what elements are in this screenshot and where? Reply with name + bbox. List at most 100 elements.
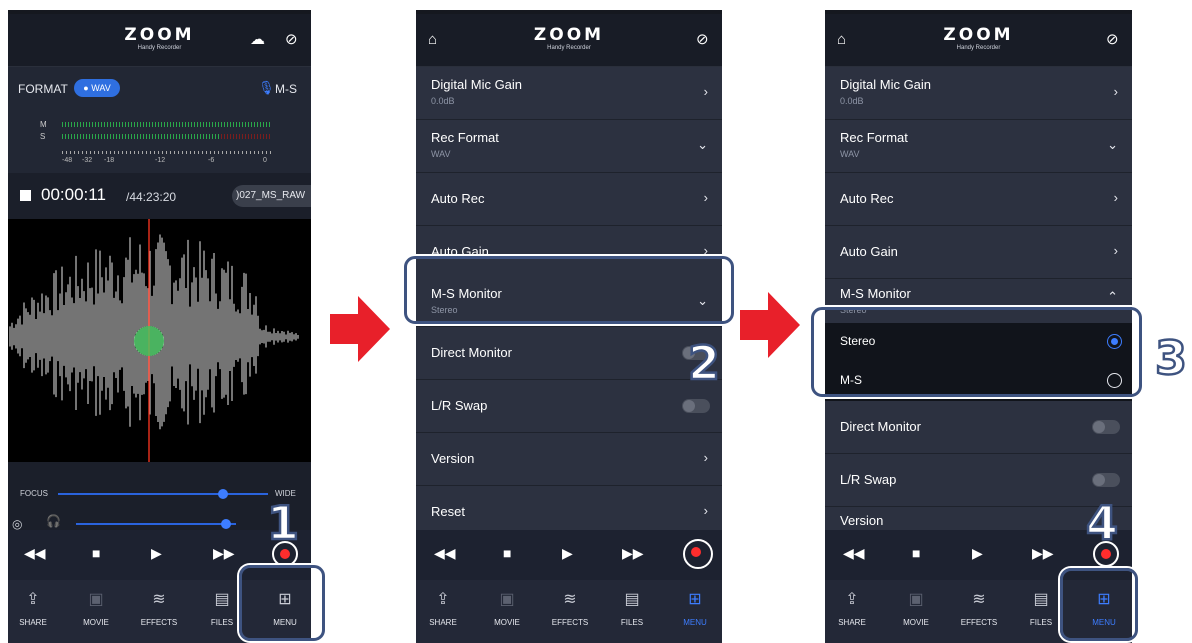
tab-bar: ⇪ SHARE ▣ MOVIE ≋ EFFECTS ▤ FILES ⊞ MENU bbox=[416, 580, 722, 643]
direct-monitor-toggle[interactable] bbox=[1092, 420, 1120, 434]
play-icon[interactable]: ▶ bbox=[151, 545, 162, 561]
stop-icon[interactable]: ■ bbox=[503, 545, 511, 561]
step-number-3: 3 bbox=[1154, 331, 1189, 385]
tab-effects[interactable]: ≋ EFFECTS bbox=[540, 590, 600, 627]
play-icon[interactable]: ▶ bbox=[562, 545, 573, 561]
playhead-handle[interactable] bbox=[134, 326, 164, 356]
stop-icon[interactable]: ■ bbox=[912, 545, 920, 561]
tab-movie[interactable]: ▣ MOVIE bbox=[66, 590, 126, 627]
menu-item-version[interactable]: Version › bbox=[416, 433, 722, 486]
home-icon[interactable]: ⌂ bbox=[837, 32, 846, 48]
menu-item-direct-monitor[interactable]: Direct Monitor bbox=[825, 401, 1132, 454]
play-icon[interactable]: ▶ bbox=[972, 545, 983, 561]
format-label: FORMAT bbox=[18, 82, 68, 96]
rewind-icon[interactable]: ◀◀ bbox=[843, 545, 865, 561]
menu-item-lr-swap[interactable]: L/R Swap bbox=[416, 380, 722, 433]
menu-item-auto-gain[interactable]: Auto Gain › bbox=[825, 226, 1132, 279]
volume-slider-knob[interactable] bbox=[221, 519, 231, 529]
home-icon[interactable]: ⌂ bbox=[428, 32, 437, 48]
tab-label: FILES bbox=[620, 618, 644, 627]
record-button[interactable] bbox=[683, 539, 713, 569]
airplay-icon[interactable]: ◎ bbox=[12, 517, 22, 531]
fast-forward-icon[interactable]: ▶▶ bbox=[1032, 545, 1054, 561]
meter-channel-s: S bbox=[40, 132, 46, 141]
logo-brand: ZOOM bbox=[533, 25, 605, 45]
chevron-right-icon: › bbox=[703, 84, 708, 99]
effects-icon: ≋ bbox=[152, 591, 166, 608]
app-header: ⌂ ZOOM Handy Recorder ⊘ bbox=[416, 14, 722, 67]
tab-label: EFFECTS bbox=[551, 618, 589, 627]
focus-slider-knob[interactable] bbox=[218, 489, 228, 499]
meter-tick: -32 bbox=[82, 157, 93, 164]
menu-screen: ⌂ ZOOM Handy Recorder ⊘ Digital Mic Gain… bbox=[416, 10, 722, 643]
tab-share[interactable]: ⇪ SHARE bbox=[416, 590, 473, 627]
rotate-icon[interactable]: ⊘ bbox=[696, 32, 709, 48]
rewind-icon[interactable]: ◀◀ bbox=[434, 545, 456, 561]
menu-item-value: WAV bbox=[431, 149, 451, 159]
callout-ms-monitor bbox=[404, 256, 734, 324]
tab-label: EFFECTS bbox=[960, 618, 998, 627]
cloud-icon[interactable]: ☁ bbox=[250, 32, 265, 48]
menu-item-label: Auto Gain bbox=[840, 244, 898, 259]
rewind-icon[interactable]: ◀◀ bbox=[24, 545, 46, 561]
tab-menu[interactable]: ⊞ MENU bbox=[665, 590, 722, 627]
menu-item-value: 0.0dB bbox=[840, 96, 864, 106]
callout-menu-tab-4 bbox=[1060, 568, 1138, 641]
menu-item-digital-mic-gain[interactable]: Digital Mic Gain 0.0dB › bbox=[825, 67, 1132, 120]
mic-mode-label[interactable]: M-S bbox=[275, 82, 297, 96]
fast-forward-icon[interactable]: ▶▶ bbox=[622, 545, 644, 561]
tab-effects[interactable]: ≋ EFFECTS bbox=[949, 590, 1009, 627]
logo-subtitle: Handy Recorder bbox=[137, 45, 182, 51]
tab-label: MOVIE bbox=[903, 618, 929, 627]
menu-item-auto-rec[interactable]: Auto Rec › bbox=[825, 173, 1132, 226]
share-icon: ⇪ bbox=[436, 591, 450, 608]
tab-label: SHARE bbox=[838, 618, 866, 627]
focus-slider[interactable] bbox=[58, 493, 268, 495]
logo-subtitle: Handy Recorder bbox=[547, 45, 591, 51]
chevron-down-icon: ⌄ bbox=[1107, 137, 1118, 152]
mic-icon: 🎙 bbox=[258, 80, 275, 95]
tab-movie[interactable]: ▣ MOVIE bbox=[886, 590, 946, 627]
zoom-logo: ZOOM Handy Recorder bbox=[124, 26, 194, 52]
menu-item-direct-monitor[interactable]: Direct Monitor bbox=[416, 327, 722, 380]
rotate-icon[interactable]: ⊘ bbox=[285, 32, 298, 48]
time-row: 00:00:11 /44:23:20 )027_MS_RAW bbox=[8, 173, 311, 219]
menu-item-reset[interactable]: Reset › bbox=[416, 486, 722, 531]
lr-swap-toggle[interactable] bbox=[1092, 473, 1120, 487]
meter-scale bbox=[62, 151, 272, 154]
stop-icon[interactable]: ■ bbox=[92, 545, 100, 561]
menu-item-value: 0.0dB bbox=[431, 96, 455, 106]
menu-item-label: L/R Swap bbox=[840, 472, 897, 487]
tab-files[interactable]: ▤ FILES bbox=[602, 590, 662, 627]
lr-swap-toggle[interactable] bbox=[682, 399, 710, 413]
meter-channel-m: M bbox=[40, 120, 47, 129]
menu-item-digital-mic-gain[interactable]: Digital Mic Gain 0.0dB › bbox=[416, 67, 722, 120]
step-number-1: 1 bbox=[266, 496, 301, 550]
filename-chip[interactable]: )027_MS_RAW bbox=[232, 185, 311, 207]
tab-share[interactable]: ⇪ SHARE bbox=[8, 590, 63, 627]
volume-slider[interactable] bbox=[76, 523, 236, 525]
menu-item-label: Direct Monitor bbox=[840, 419, 921, 434]
tab-effects[interactable]: ≋ EFFECTS bbox=[129, 590, 189, 627]
menu-item-label: Digital Mic Gain bbox=[840, 77, 932, 92]
menu-item-label: Version bbox=[840, 513, 884, 528]
menu-item-label: Rec Format bbox=[840, 130, 908, 145]
transport-bar: ◀◀ ■ ▶ ▶▶ bbox=[416, 530, 722, 580]
rotate-icon[interactable]: ⊘ bbox=[1106, 32, 1119, 48]
logo-brand: ZOOM bbox=[943, 25, 1014, 45]
format-pill[interactable]: ● WAV bbox=[74, 79, 120, 97]
tab-movie[interactable]: ▣ MOVIE bbox=[477, 590, 537, 627]
menu-item-label: Reset bbox=[431, 504, 465, 519]
menu-item-rec-format[interactable]: Rec Format WAV ⌄ bbox=[825, 120, 1132, 173]
menu-item-auto-rec[interactable]: Auto Rec › bbox=[416, 173, 722, 226]
menu-item-label: Auto Rec bbox=[431, 191, 485, 206]
tab-label: SHARE bbox=[429, 618, 457, 627]
elapsed-time: 00:00:11 bbox=[41, 185, 106, 204]
fast-forward-icon[interactable]: ▶▶ bbox=[213, 545, 235, 561]
meter-tick: 0 bbox=[263, 157, 267, 164]
waveform-display[interactable] bbox=[8, 219, 311, 462]
menu-item-label: L/R Swap bbox=[431, 398, 488, 413]
tab-share[interactable]: ⇪ SHARE bbox=[825, 590, 882, 627]
menu-item-rec-format[interactable]: Rec Format WAV ⌄ bbox=[416, 120, 722, 173]
tab-label: MENU bbox=[683, 618, 707, 627]
